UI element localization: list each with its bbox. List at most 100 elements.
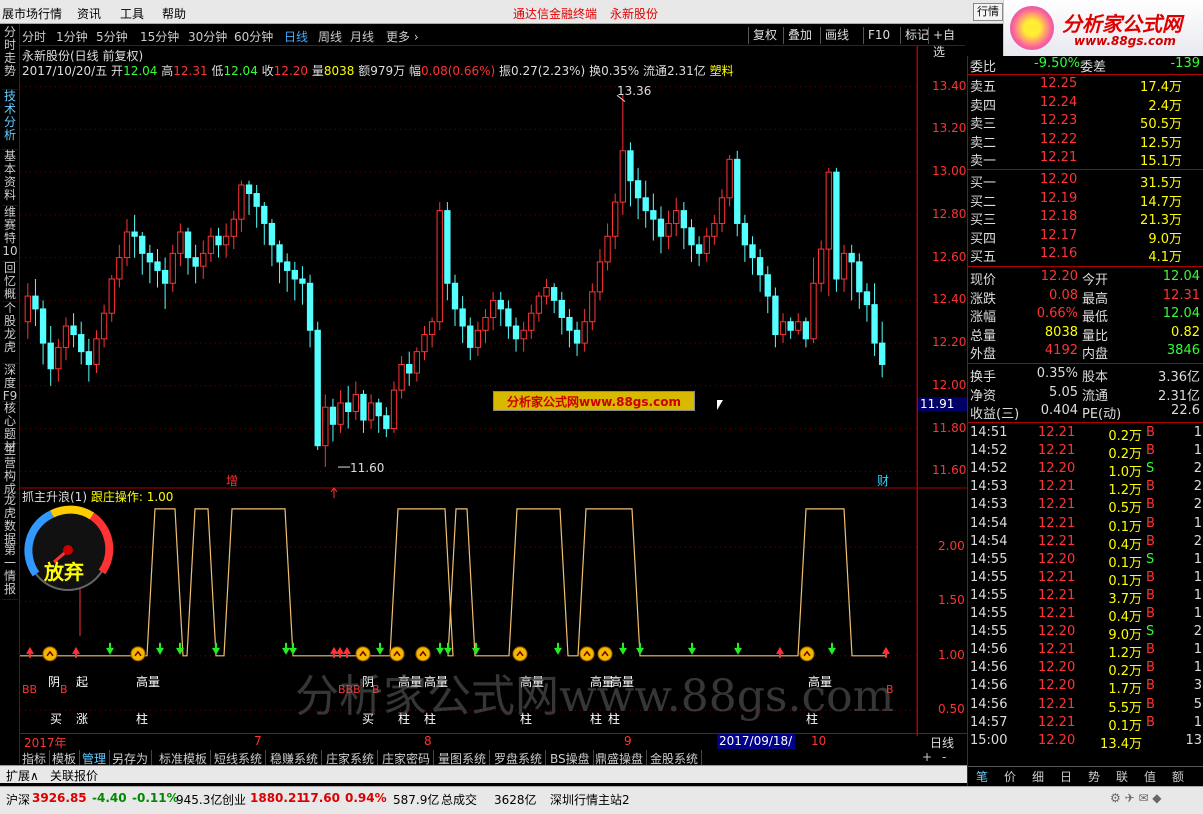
period-4[interactable]: 30分钟	[188, 28, 227, 45]
status-icons[interactable]: ⚙ ✈ ✉ ◆	[1110, 791, 1162, 805]
signal-label-bottom: 柱	[136, 712, 149, 726]
related-quote-button[interactable]: 关联报价	[50, 767, 98, 784]
menu-market[interactable]: 展市场行情	[2, 5, 62, 22]
period-8[interactable]: 月线	[350, 28, 374, 45]
menu-tools[interactable]: 工具	[120, 5, 144, 22]
tick-price: 12.21	[1038, 479, 1076, 495]
sell-volume: 12.5万	[1140, 135, 1182, 151]
tick-time: 14:55	[970, 606, 1008, 621]
left-tab-5[interactable]: 个股龙虎	[2, 302, 18, 364]
sell-row-3[interactable]: 卖三 12.23 50.5万	[968, 113, 1203, 132]
buy-row-2[interactable]: 买二 12.19 14.7万	[968, 191, 1203, 210]
sell-row-4[interactable]: 卖二 12.22 12.5万	[968, 131, 1203, 151]
candle	[535, 291, 543, 322]
sell-row-2[interactable]: 卖四 12.24 2.4万	[968, 95, 1203, 114]
quote-button[interactable]: 行情	[973, 3, 1003, 21]
tick-time: 14:54	[970, 533, 1008, 549]
coin-icon	[355, 646, 371, 662]
period-right-2[interactable]: 画线	[820, 27, 853, 44]
period-9[interactable]: 更多 ›	[386, 28, 419, 45]
period-7[interactable]: 周线	[318, 28, 342, 45]
price-tick-5: 12.40	[932, 292, 967, 307]
signal-label-bottom: 买	[50, 712, 63, 726]
quote-tab-2[interactable]: 细	[1032, 768, 1044, 785]
left-tab-0[interactable]: 分时走势	[2, 26, 18, 90]
indicator-name[interactable]: 抓主升浪(1)	[22, 490, 87, 504]
sell-row-5[interactable]: 卖一 12.21 15.1万	[968, 150, 1203, 169]
candle	[154, 249, 161, 288]
candle	[634, 167, 642, 220]
candle	[268, 219, 276, 267]
quote-tab-3[interactable]: 日	[1060, 768, 1072, 785]
tick-volume: 0.1万	[1108, 718, 1142, 734]
app-window: 展市场行情 资讯 工具 帮助 通达信金融终端 永新股份 行情 分析家公式网 ww…	[0, 0, 1203, 814]
date-sep: 9	[624, 734, 632, 748]
period-6[interactable]: 日线	[284, 28, 308, 45]
sell-row-1[interactable]: 卖五 12.25 17.4万	[968, 76, 1203, 95]
left-tab-4[interactable]: 回忆概	[2, 262, 18, 302]
quote-tab-5[interactable]: 联	[1116, 768, 1128, 785]
tick-row: 14:56 12.21 1.2万 B 1	[968, 642, 1203, 661]
stat2-value2: 2.31亿	[1158, 388, 1200, 404]
sell-price: 12.22	[1040, 131, 1078, 147]
coin-icon	[512, 646, 528, 662]
left-tab-10[interactable]: 第一情报	[2, 544, 18, 600]
ind-tick-3: 0.50	[938, 702, 965, 717]
period-3[interactable]: 15分钟	[140, 28, 179, 45]
signal-label-bottom: 涨	[76, 712, 89, 726]
candle	[131, 214, 138, 258]
tick-count: 1	[1193, 551, 1202, 567]
period-right-5[interactable]: +自选	[928, 27, 965, 59]
stat-value2: 12.31	[1162, 287, 1200, 303]
quote-tab-4[interactable]: 势	[1088, 768, 1100, 785]
coin-icon	[579, 646, 595, 662]
tick-volume: 0.4万	[1108, 610, 1142, 625]
expand-button[interactable]: 扩展∧	[6, 767, 39, 784]
ad-banner[interactable]: 分析家公式网www.88gs.com	[493, 391, 695, 411]
period-right-3[interactable]: F10	[863, 27, 894, 44]
buy-row-5[interactable]: 买五 12.16 4.1万	[968, 246, 1203, 265]
left-tab-9[interactable]: 龙虎数据	[2, 494, 18, 546]
period-2[interactable]: 5分钟	[96, 28, 128, 45]
quote-tab-1[interactable]: 价	[1004, 768, 1016, 785]
left-tab-2[interactable]: 基本资料	[2, 150, 18, 206]
candle	[596, 249, 604, 301]
period-1[interactable]: 1分钟	[56, 28, 88, 45]
left-tab-8[interactable]: 主营构成	[2, 444, 18, 496]
tick-row: 14:51 12.21 0.2万 B 1	[968, 425, 1203, 444]
stat-value2: 3846	[1166, 343, 1200, 358]
buy-row-3[interactable]: 买三 12.18 21.3万	[968, 209, 1203, 228]
buy-price: 12.16	[1040, 246, 1078, 261]
quote-tab-6[interactable]: 值	[1144, 768, 1156, 785]
left-tab-1[interactable]: 技术分析	[2, 90, 18, 150]
candle	[200, 240, 207, 279]
period-right-1[interactable]: 叠加	[783, 27, 816, 44]
zoom-in-icon[interactable]: +	[922, 750, 932, 764]
quote-tab-7[interactable]: 额	[1172, 768, 1184, 785]
stat2-value: 5.05	[1049, 384, 1078, 400]
ind-tick-0: 2.00	[938, 538, 965, 553]
tick-row: 14:53 12.21 1.2万 B 2	[968, 479, 1203, 498]
quote-tab-0[interactable]: 笔	[976, 768, 988, 785]
buy-row-4[interactable]: 买四 12.17 9.0万	[968, 228, 1203, 247]
left-tab-7[interactable]: 核心题材	[2, 402, 18, 454]
sh-pct: -0.11%	[132, 791, 179, 805]
left-tab-3[interactable]: 维赛特10	[2, 206, 18, 262]
zoom-out-icon[interactable]: -	[942, 750, 946, 764]
buy-row-1[interactable]: 买一 12.20 31.5万	[968, 172, 1203, 191]
candle	[215, 227, 222, 258]
coin-icon	[130, 646, 146, 662]
period-5[interactable]: 60分钟	[234, 28, 273, 45]
menu-news[interactable]: 资讯	[77, 5, 101, 22]
tick-volume: 9.0万	[1108, 628, 1142, 644]
candle	[245, 180, 253, 215]
candle	[665, 210, 672, 250]
tick-volume: 13.4万	[1100, 736, 1142, 752]
candle	[528, 304, 535, 339]
menu-help[interactable]: 帮助	[162, 5, 186, 22]
candle	[85, 338, 93, 382]
candle	[879, 321, 886, 378]
period-0[interactable]: 分时	[22, 28, 46, 45]
period-right-0[interactable]: 复权	[748, 27, 781, 44]
left-tab-6[interactable]: 深度F9	[2, 364, 18, 403]
